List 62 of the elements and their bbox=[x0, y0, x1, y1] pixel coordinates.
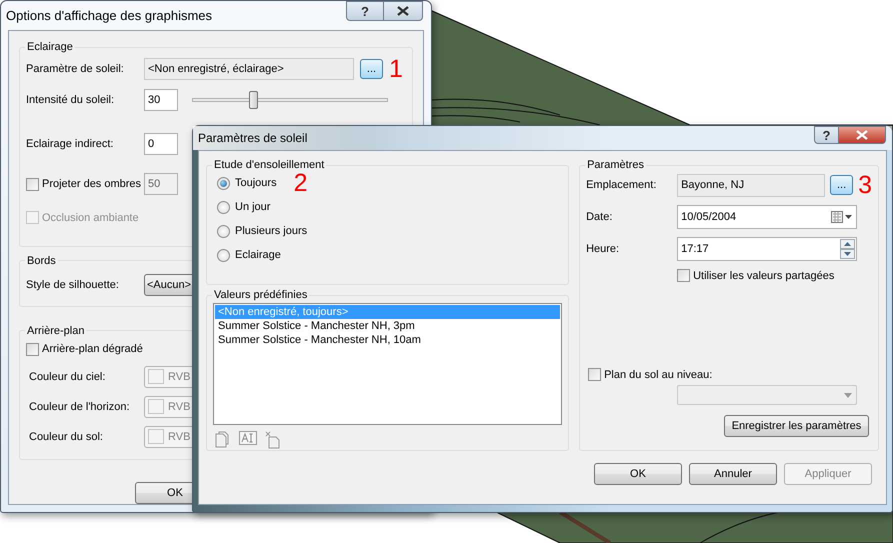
checkbox-label: Utiliser les valeurs partagées bbox=[693, 270, 834, 282]
radio-label: Toujours bbox=[235, 177, 277, 189]
date-field[interactable]: 10/05/2004 bbox=[677, 205, 858, 229]
field-label: Paramètre de soleil: bbox=[26, 63, 125, 75]
spinner-icon[interactable] bbox=[840, 239, 856, 259]
field-label: Couleur du ciel: bbox=[29, 370, 106, 383]
dialog-button[interactable]: Annuler bbox=[689, 463, 777, 485]
list-item[interactable]: Summer Solstice - Manchester NH, 3pm bbox=[215, 319, 560, 333]
field-label: Couleur du sol: bbox=[29, 430, 104, 443]
field-label: Couleur de l'horizon: bbox=[29, 400, 131, 413]
checkbox-label: Projeter des ombres bbox=[42, 178, 142, 190]
field-label: Eclairage indirect: bbox=[26, 138, 114, 150]
checkbox[interactable] bbox=[588, 368, 602, 381]
checkbox-label: Occlusion ambiante bbox=[42, 212, 139, 224]
field-label: Emplacement: bbox=[586, 179, 658, 191]
callout-number: 1 bbox=[389, 57, 403, 81]
checkbox[interactable] bbox=[677, 269, 690, 282]
intensity-field[interactable]: 30 bbox=[144, 89, 178, 111]
field-label: Heure: bbox=[586, 243, 620, 255]
radio-button[interactable] bbox=[217, 176, 230, 190]
save-button[interactable]: Enregistrer les paramètres bbox=[724, 415, 869, 437]
checkbox[interactable] bbox=[26, 342, 39, 356]
page-cross-icon[interactable] bbox=[265, 431, 281, 449]
page-icon[interactable] bbox=[215, 431, 231, 448]
close-icon bbox=[397, 6, 409, 16]
sun-setting-field: <Non enregistré, éclairage> bbox=[144, 58, 354, 80]
caret-icon bbox=[844, 392, 852, 398]
slider-thumb[interactable] bbox=[249, 91, 258, 109]
field-label: Style de silhouette: bbox=[26, 278, 120, 291]
browse-button[interactable]: ... bbox=[360, 59, 383, 79]
window-title: Paramètres de soleil bbox=[198, 131, 308, 145]
browse-button[interactable]: ... bbox=[830, 175, 854, 195]
checkbox-label: Arrière-plan dégradé bbox=[42, 343, 143, 356]
radio-label: Plusieurs jours bbox=[235, 225, 308, 237]
group-title: Bords bbox=[26, 254, 57, 267]
radio-label: Un jour bbox=[235, 201, 270, 213]
time-field[interactable]: 17:17 bbox=[677, 237, 858, 261]
window-title: Options d'affichage des graphismes bbox=[6, 8, 214, 23]
close-icon bbox=[856, 130, 868, 140]
dialog-button[interactable]: OK bbox=[594, 463, 682, 485]
close-button[interactable] bbox=[384, 1, 423, 21]
callout-number: 3 bbox=[858, 173, 872, 197]
help-button[interactable]: ? bbox=[814, 126, 839, 144]
callout-number: 2 bbox=[294, 171, 308, 195]
field-label: Date: bbox=[586, 211, 614, 223]
list-item[interactable]: Summer Solstice - Manchester NH, 10am bbox=[215, 333, 560, 347]
group-title: Etude d'ensoleillement bbox=[213, 159, 326, 171]
help-button[interactable]: ? bbox=[346, 1, 384, 21]
radio-button[interactable] bbox=[217, 200, 230, 214]
field-label: Intensité du soleil: bbox=[26, 94, 116, 106]
radio-label: Eclairage bbox=[235, 249, 281, 261]
location-field: Bayonne, NJ bbox=[677, 174, 826, 196]
group-title: Arrière-plan bbox=[26, 324, 86, 337]
radio-button[interactable] bbox=[217, 224, 230, 238]
radio-button[interactable] bbox=[217, 248, 230, 262]
calendar-icon[interactable] bbox=[831, 210, 854, 224]
group-title: Eclairage bbox=[26, 41, 74, 53]
close-button[interactable] bbox=[839, 126, 886, 144]
text-box-icon[interactable] bbox=[239, 431, 257, 445]
group-title: Paramètres bbox=[586, 159, 645, 171]
indirect-lighting-field[interactable]: 0 bbox=[144, 133, 178, 155]
checkbox-label: Plan du sol au niveau: bbox=[604, 368, 712, 380]
